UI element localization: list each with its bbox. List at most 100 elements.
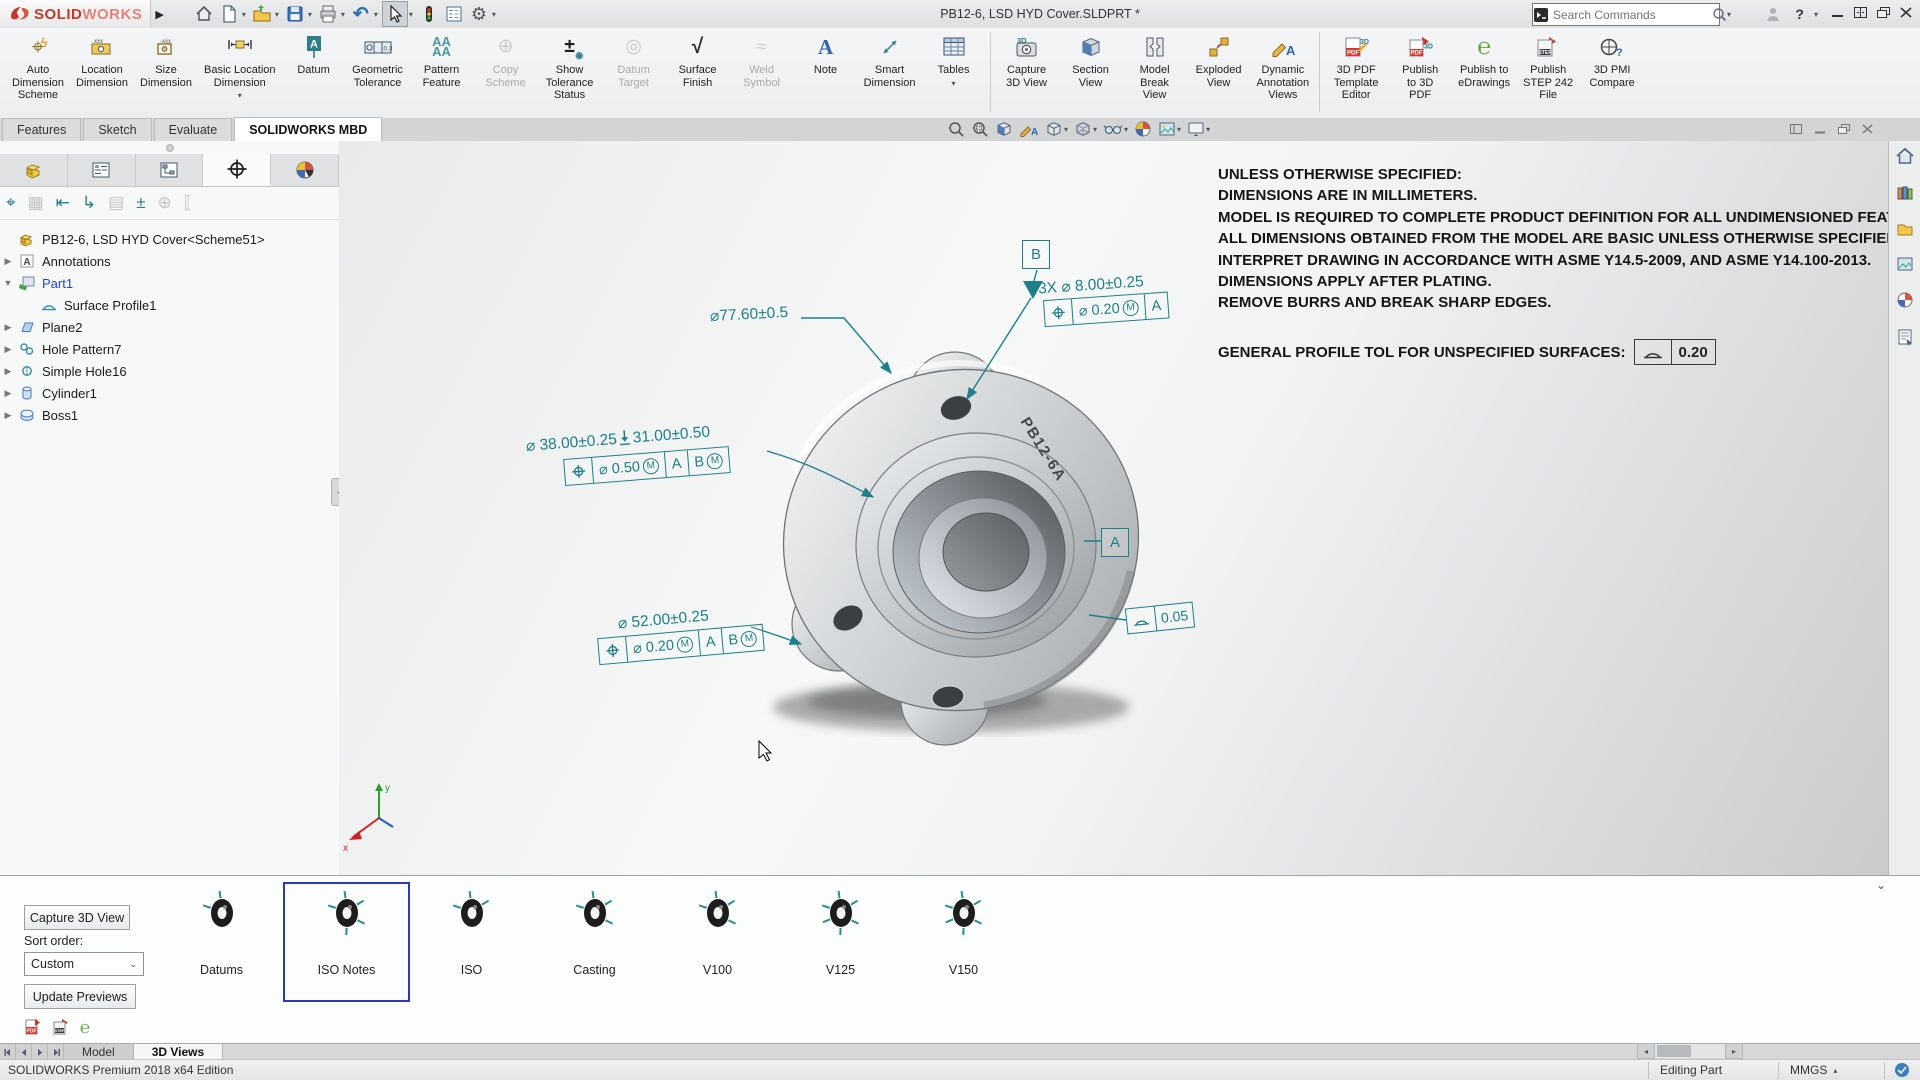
tree-expand-icon[interactable]: ▶ <box>0 344 16 355</box>
units-selector[interactable]: MMGS▴ <box>1790 1063 1837 1077</box>
scroll-left-icon[interactable]: ◂ <box>1637 1043 1655 1059</box>
displaymanager-tab-icon[interactable] <box>136 154 204 186</box>
tree-item-surface-profile1[interactable]: Surface Profile1 <box>0 294 339 316</box>
tree-expand-icon[interactable]: ▶ <box>0 410 16 421</box>
display-style-icon[interactable]: ▾ <box>1074 120 1097 138</box>
size-dimension-button[interactable]: -xxxSizeDimension <box>134 30 198 118</box>
capture-3d-view-button[interactable]: Capture 3D View <box>24 905 130 930</box>
hide-items-icon[interactable]: ▾ <box>1103 121 1128 137</box>
pdf-small-icon[interactable]: PDF <box>24 1018 42 1041</box>
basic-location-dimension-button[interactable]: Basic LocationDimension▾ <box>198 30 282 118</box>
tree-expand-icon[interactable]: ▶ <box>0 256 16 267</box>
panel-collapse-icon[interactable]: ⌄ <box>1876 878 1886 892</box>
leader-icon[interactable]: ↳ <box>82 193 96 213</box>
datum-a[interactable]: A <box>1101 528 1129 557</box>
tree-expand-icon[interactable]: ▶ <box>0 322 16 333</box>
tab-solidworks-mbd[interactable]: SOLIDWORKS MBD <box>234 117 382 141</box>
exploded-view-button[interactable]: ExplodedView <box>1187 30 1251 118</box>
tree-item-cylinder1[interactable]: ▶Cylinder1 <box>0 382 339 404</box>
menu-expand-icon[interactable]: ▶ <box>155 8 163 21</box>
tree-item-part1[interactable]: ▼Part1 <box>0 272 339 294</box>
rebuild-icon[interactable] <box>417 2 441 26</box>
undo-icon[interactable]: ↶ <box>349 2 373 26</box>
nav-last-icon[interactable] <box>48 1044 64 1060</box>
section-view-button[interactable]: SectionView <box>1059 30 1123 118</box>
location-dimension-button[interactable]: xxxLocationDimension <box>70 30 134 118</box>
note-button[interactable]: ANote <box>794 30 858 118</box>
publish-to-3d-pdf-button[interactable]: PDF3DPublishto 3DPDF <box>1388 30 1452 118</box>
dropdown-caret-icon[interactable]: ▾ <box>492 10 496 19</box>
tree-expand-icon[interactable]: ▶ <box>0 366 16 377</box>
pdf-template-editor-button[interactable]: PDF3D3D PDFTemplateEditor <box>1324 30 1388 118</box>
properties-icon[interactable] <box>442 2 466 26</box>
view-thumbnail-datums[interactable]: Datums <box>160 882 283 1002</box>
surface-finish-button[interactable]: √SurfaceFinish <box>666 30 730 118</box>
edrawings-small-icon[interactable]: ℮ <box>80 1018 90 1041</box>
dimension-icon[interactable]: ⇤ <box>56 193 70 213</box>
view-settings-icon[interactable]: ▾ <box>1187 121 1210 138</box>
new-document-icon[interactable] <box>217 2 241 26</box>
part-tab-icon[interactable] <box>0 154 68 186</box>
view-palette-icon[interactable] <box>1896 256 1914 277</box>
view-orientation-icon[interactable]: ▾ <box>1045 120 1068 138</box>
print-icon[interactable] <box>316 2 340 26</box>
zoom-fit-icon[interactable] <box>947 120 965 138</box>
view-thumbnail-v100[interactable]: V100 <box>656 882 779 1002</box>
options-gear-icon[interactable]: ⚙ <box>467 2 491 26</box>
status-tag-icon[interactable] <box>1894 1062 1910 1080</box>
geometric-tolerance-button[interactable]: 0.3GeometricTolerance <box>346 30 410 118</box>
tree-expand-icon[interactable]: ▼ <box>0 278 16 288</box>
nav-prev-icon[interactable] <box>16 1044 32 1060</box>
smart-dimension-button[interactable]: SmartDimension <box>858 30 922 118</box>
tolerance-status-icon[interactable]: ± <box>136 193 145 213</box>
doc-split-icon[interactable] <box>1790 121 1802 139</box>
pattern-feature-button[interactable]: AAAAPatternFeature <box>410 30 474 118</box>
view-thumbnail-iso-notes[interactable]: ISO Notes <box>283 882 410 1002</box>
tree-item-annotations[interactable]: ▶AAnnotations <box>0 250 339 272</box>
dropdown-caret-icon[interactable]: ▾ <box>341 10 345 19</box>
view-thumbnail-iso[interactable]: ISO <box>410 882 533 1002</box>
dimxpert-tab-icon[interactable] <box>203 154 271 186</box>
nav-first-icon[interactable] <box>0 1044 16 1060</box>
nav-next-icon[interactable] <box>32 1044 48 1060</box>
doc-minimize-icon[interactable] <box>1814 121 1826 139</box>
search-caret-icon[interactable]: ▾ <box>1727 10 1731 19</box>
apply-scene-icon[interactable]: ▾ <box>1158 121 1181 137</box>
datum-b[interactable]: B <box>1022 240 1050 269</box>
section-view-icon[interactable] <box>995 120 1013 138</box>
open-icon[interactable] <box>250 2 274 26</box>
panel-grip[interactable] <box>0 141 339 154</box>
tree-expand-icon[interactable]: ▶ <box>0 388 16 399</box>
tab-sketch[interactable]: Sketch <box>83 118 151 141</box>
minimize-button[interactable] <box>1831 5 1844 23</box>
publish-step-242-button[interactable]: STEPPublishSTEP 242File <box>1516 30 1580 118</box>
model-break-view-button[interactable]: ModelBreakView <box>1123 30 1187 118</box>
featuremanager-tab-icon[interactable] <box>68 154 136 186</box>
tables-button[interactable]: Tables▾ <box>922 30 986 118</box>
auto-dimension-icon[interactable]: ⌖ <box>6 193 16 213</box>
tab-model[interactable]: Model <box>64 1044 134 1060</box>
hole-pattern-dimension[interactable]: 3X ⌀ 8.00±0.25 ⌀ 0.20MA <box>1037 271 1169 328</box>
view-thumbnail-v150[interactable]: V150 <box>902 882 1025 1002</box>
design-library-icon[interactable] <box>1896 184 1914 207</box>
publish-to-edrawings-button[interactable]: ℮Publish toeDrawings <box>1452 30 1516 118</box>
doc-restore-icon[interactable] <box>1838 121 1850 139</box>
doc-close-icon[interactable] <box>1862 121 1873 139</box>
search-box[interactable]: ▾ <box>1532 3 1720 26</box>
file-explorer-icon[interactable] <box>1896 221 1914 242</box>
close-button[interactable] <box>1900 5 1912 23</box>
restore-button[interactable] <box>1877 5 1890 23</box>
od-dimension[interactable]: ⌀77.60±0.5 <box>710 303 789 326</box>
capture-3d-view-button[interactable]: 3DCapture3D View <box>995 30 1059 118</box>
taskpane-home-icon[interactable] <box>1895 147 1915 170</box>
dynamic-annotation-icon[interactable]: A <box>1019 120 1039 138</box>
datum-button[interactable]: ADatum <box>282 30 346 118</box>
show-tolerance-status-button[interactable]: ±◉ShowToleranceStatus <box>538 30 602 118</box>
view-thumbnail-casting[interactable]: Casting <box>533 882 656 1002</box>
search-icon[interactable] <box>1712 4 1727 26</box>
dynamic-annotation-views-button[interactable]: ADynamicAnnotationViews <box>1251 30 1316 118</box>
search-input[interactable] <box>1549 8 1712 22</box>
scrollbar-thumb[interactable] <box>1657 1045 1691 1057</box>
dropdown-caret-icon[interactable]: ▾ <box>374 10 378 19</box>
dropdown-caret-icon[interactable]: ▾ <box>308 10 312 19</box>
